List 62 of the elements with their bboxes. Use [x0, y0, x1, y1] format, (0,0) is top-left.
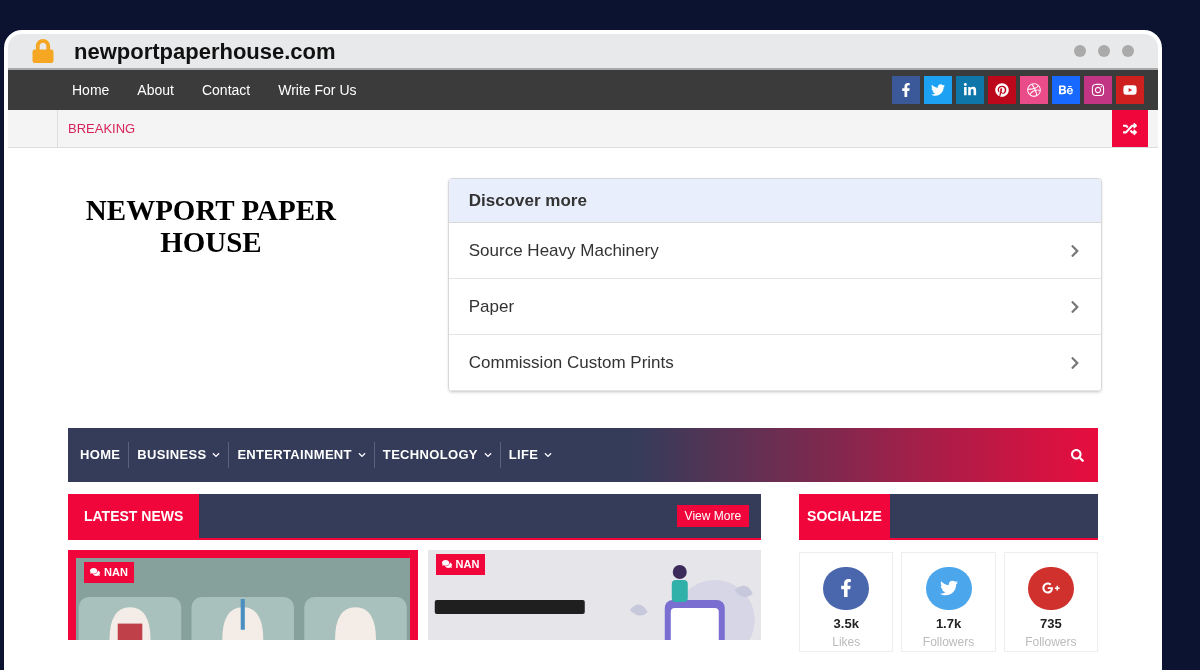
nav-link[interactable]: Contact	[201, 79, 251, 101]
site-logo: NEWPORT PAPER HOUSE	[85, 194, 336, 258]
discover-item[interactable]: Source Heavy Machinery	[448, 223, 1101, 279]
chevron-down-icon	[483, 451, 492, 459]
social-stat-card[interactable]: 1.7k Followers	[901, 552, 996, 652]
youtube-icon	[1123, 83, 1137, 97]
social-button[interactable]	[1084, 76, 1112, 104]
category-badge[interactable]: NAN	[84, 562, 134, 583]
lock-icon	[32, 39, 54, 63]
linkedin-icon	[963, 83, 977, 97]
social-button[interactable]	[892, 76, 920, 104]
facebook-icon	[899, 83, 913, 97]
chevron-right-icon	[1069, 299, 1081, 314]
stat-count: 735	[1040, 614, 1062, 633]
nav-link[interactable]: Home	[72, 79, 110, 101]
discover-title: Discover more	[468, 189, 587, 212]
section-title: LATEST NEWS	[68, 494, 200, 538]
chevron-down-icon	[544, 451, 553, 459]
url-text: newportpaperhouse.com	[74, 37, 336, 66]
social-button[interactable]	[1116, 76, 1144, 104]
main-nav-item[interactable]: BUSINESS	[137, 445, 221, 465]
shuffle-button[interactable]	[1112, 110, 1148, 147]
chevron-right-icon	[1069, 355, 1081, 370]
dribbble-icon	[1027, 83, 1041, 97]
twitter-icon	[939, 579, 958, 598]
nav-link[interactable]: About	[137, 79, 174, 101]
twitter-icon	[931, 83, 945, 97]
section-title: SOCIALIZE	[799, 494, 890, 538]
social-button[interactable]	[924, 76, 952, 104]
chevron-down-icon	[212, 451, 221, 459]
stat-label: Followers	[1025, 634, 1077, 651]
breaking-label: BREAKING	[67, 119, 136, 138]
social-button[interactable]	[988, 76, 1016, 104]
shuffle-icon	[1123, 121, 1137, 136]
social-stat-card[interactable]: 735 Followers	[1003, 552, 1098, 652]
stat-count: 3.5k	[833, 614, 859, 633]
comments-icon	[441, 559, 452, 570]
news-card[interactable]: NAN	[68, 550, 418, 640]
pinterest-icon	[995, 83, 1009, 97]
social-button[interactable]	[1052, 76, 1080, 104]
stat-count: 1.7k	[935, 614, 962, 633]
social-stat-card[interactable]: 3.5k Likes	[799, 552, 894, 652]
stat-label: Followers	[922, 634, 975, 651]
comments-icon	[90, 567, 100, 578]
chevron-down-icon	[357, 451, 366, 459]
main-nav-item[interactable]: HOME	[80, 445, 121, 465]
search-icon[interactable]	[1071, 448, 1084, 462]
main-nav-item[interactable]: TECHNOLOGY	[382, 445, 492, 465]
main-nav-item[interactable]: LIFE	[508, 445, 553, 465]
instagram-icon	[1091, 83, 1105, 97]
nav-link[interactable]: Write For Us	[278, 79, 357, 101]
discover-item[interactable]: Commission Custom Prints	[448, 335, 1101, 391]
category-badge[interactable]: NAN	[435, 554, 486, 575]
social-button[interactable]	[956, 76, 984, 104]
behance-icon	[1059, 83, 1073, 97]
view-more-button[interactable]: View More	[676, 505, 750, 527]
stat-label: Likes	[832, 634, 861, 651]
discover-item[interactable]: Paper	[448, 279, 1101, 335]
news-card[interactable]: NAN	[427, 550, 762, 640]
main-nav-item[interactable]: ENTERTAINMENT	[237, 445, 366, 465]
chevron-right-icon	[1069, 243, 1081, 258]
social-button[interactable]	[1020, 76, 1048, 104]
